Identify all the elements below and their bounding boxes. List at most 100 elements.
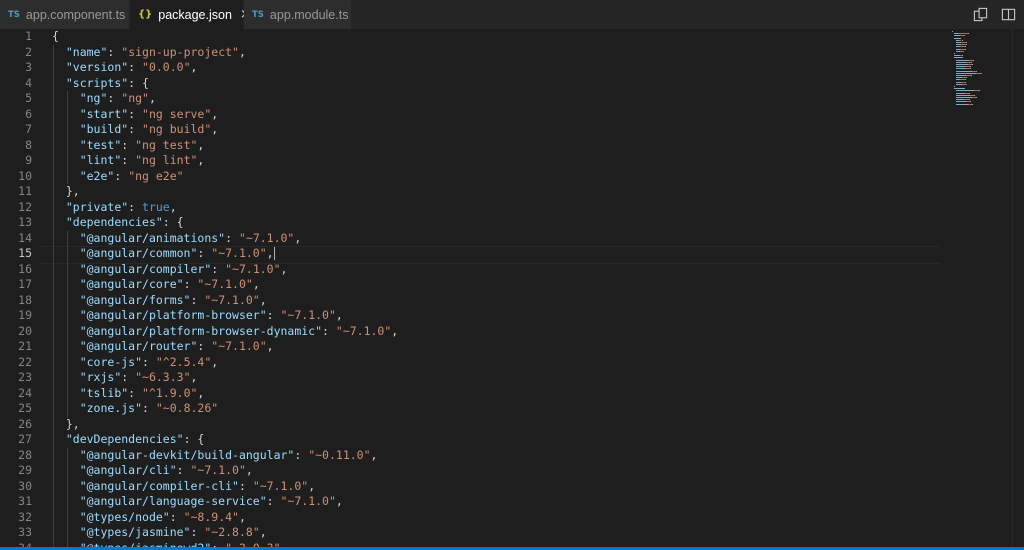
code-line[interactable]: "private": true, [52,199,942,215]
indent-guide [66,106,68,122]
code-line[interactable]: "start": "ng serve", [52,106,942,122]
json-punctuation: : [176,463,191,477]
json-string: "~6.3.3" [135,370,191,384]
split-editor-icon[interactable] [1000,7,1016,23]
code-editor[interactable]: 1 2 3 4 5 6 7 8 9 10 11 12 13 14 15 16 17 18 19 20 21 22 23 24 2… [0,29,1024,550]
code-line[interactable]: "dependencies": { [52,215,942,231]
line-number: 24 [18,385,32,400]
minimap-line [958,37,961,39]
indent-guide [53,277,54,293]
json-punctuation: , [259,292,267,307]
code-line[interactable]: "e2e": "ng e2e" [52,168,942,184]
json-punctuation: , [211,354,219,369]
json-punctuation: , [259,525,267,539]
typescript-icon: TS [8,9,20,20]
code-line[interactable]: }, [52,416,942,432]
code-line[interactable]: "version": "0.0.0", [52,60,942,76]
code-line[interactable]: "@types/jasmine": "~2.8.8", [52,525,942,541]
code-line[interactable]: "name": "sign-up-project", [52,44,942,60]
code-line[interactable]: "build": "ng build", [52,122,942,138]
tab-package-json[interactable]: {} package.json × [130,0,251,29]
code-area[interactable]: { "name": "sign-up-project", "version": … [40,29,942,550]
json-key: "@angular/compiler" [79,261,212,276]
code-line[interactable]: "zone.js": "~0.8.26" [52,401,942,417]
code-line[interactable]: }, [52,184,942,200]
json-punctuation: : { [183,432,205,446]
minimap-line [969,66,971,68]
line-number: 13 [18,215,32,229]
minimap-line [956,92,964,94]
json-string: "ng serve" [142,106,212,121]
code-line[interactable]: "ng": "ng", [52,91,942,107]
code-line[interactable]: "@angular-devkit/build-angular": "~0.11.… [52,447,942,463]
code-line[interactable]: "@angular/common": "~7.1.0", [40,246,942,263]
json-punctuation: : [197,246,212,260]
code-line[interactable]: "@angular/forms": "~7.1.0", [52,292,942,308]
vscode-window: TS app.component.ts {} package.json × TS… [0,0,1024,550]
minimap-line [973,59,975,61]
code-line[interactable]: "scripts": { [52,75,942,91]
code-line[interactable]: "@angular/router": "~7.1.0", [52,339,942,355]
indent-guide [66,354,68,370]
indent-guide [66,323,68,339]
tab-label: app.module.ts [269,7,349,22]
json-boolean: true [142,199,170,214]
line-number: 15 [18,246,32,260]
json-key: "@angular/compiler-cli" [79,478,239,493]
line-number: 29 [18,463,32,477]
minimap-line [956,99,964,101]
code-line[interactable]: "@angular/platform-browser": "~7.1.0", [52,308,942,324]
json-string: "~7.1.0" [190,463,246,477]
tab-app-component-ts[interactable]: TS app.component.ts [0,0,130,29]
indent-guide [53,339,54,355]
code-line[interactable]: "@angular/animations": "~7.1.0", [52,230,942,246]
json-key: "@angular/platform-browser" [79,308,267,322]
code-line[interactable]: { [52,29,942,45]
json-key: "rxjs" [79,370,122,384]
json-string: "~7.1.0" [211,339,267,353]
minimap-line [964,79,966,81]
line-number: 6 [25,106,32,121]
code-line[interactable]: "@angular/language-service": "~7.1.0", [52,494,942,510]
indent-guide [53,168,54,184]
indent-guide [66,230,68,246]
code-line[interactable]: "lint": "ng lint", [52,153,942,169]
code-line[interactable]: "@angular/compiler-cli": "~7.1.0", [52,478,942,494]
json-punctuation: }, [65,184,80,198]
code-line[interactable]: "tslib": "^1.9.0", [52,385,942,401]
tab-app-module-ts[interactable]: TS app.module.ts [244,0,352,29]
code-line[interactable]: "@types/node": "~8.9.4", [52,509,942,525]
code-line[interactable]: "@angular/cli": "~7.1.0", [52,463,942,479]
code-line[interactable]: "rxjs": "~6.3.3", [52,370,942,386]
code-line[interactable]: "core-js": "^2.5.4", [52,354,942,370]
code-line[interactable]: "@angular/platform-browser-dynamic": "~7… [52,323,942,339]
json-punctuation: , [169,199,177,214]
json-key: "@angular/core" [79,277,184,291]
code-line[interactable]: "devDependencies": { [52,432,942,448]
json-key: "dependencies" [65,215,163,229]
vertical-scrollbar[interactable] [1012,29,1024,550]
indent-guide [53,401,54,417]
line-number: 20 [18,323,32,338]
code-line[interactable]: "@angular/core": "~7.1.0", [52,277,942,293]
minimap-line [958,33,968,35]
code-line[interactable]: "test": "ng test", [52,137,942,153]
line-number: 23 [18,370,32,384]
line-number: 4 [25,75,32,90]
code-line[interactable]: "@angular/compiler": "~7.1.0", [52,261,942,277]
minimap-line [954,86,956,87]
minimap-line [980,72,982,74]
json-punctuation: : { [162,215,184,229]
json-punctuation: : [169,509,184,524]
indent-guide [53,153,54,169]
indent-guide [66,168,68,184]
minimap[interactable] [952,29,1012,109]
open-changes-icon[interactable] [972,7,988,23]
minimap-line [976,97,978,98]
